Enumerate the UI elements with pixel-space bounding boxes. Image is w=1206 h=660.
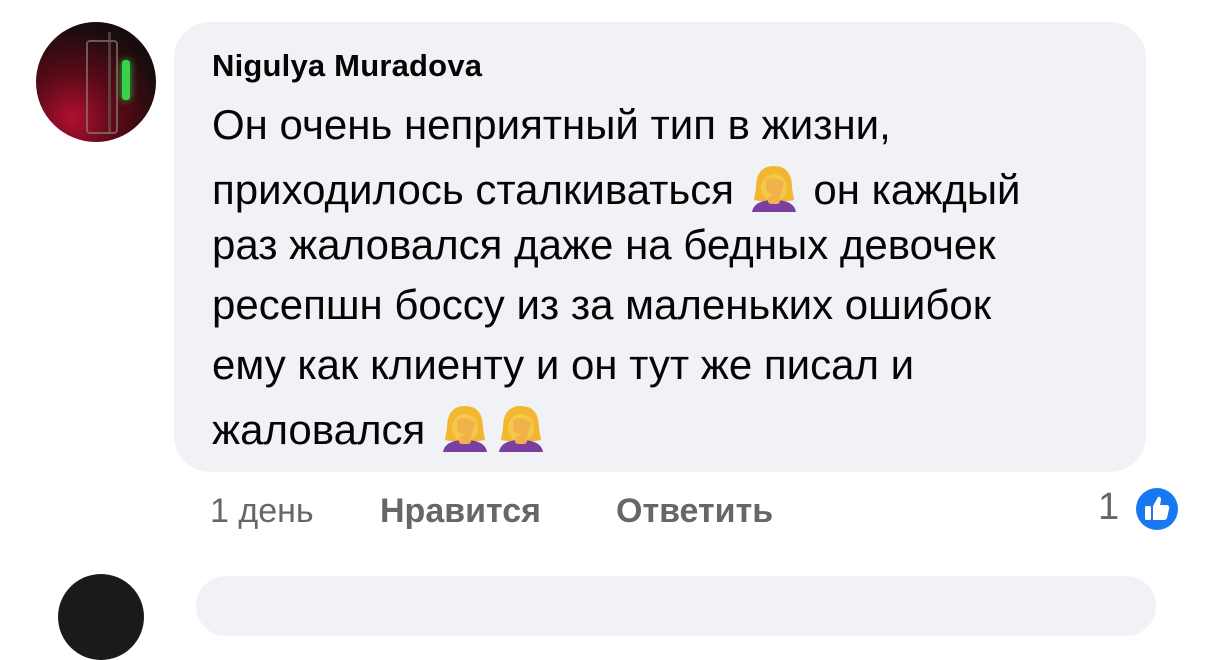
- reply-button[interactable]: Ответить: [616, 490, 773, 532]
- next-comment-bubble: [196, 576, 1156, 636]
- comment-text-segment: приходилось сталкиваться: [212, 166, 734, 213]
- like-icon[interactable]: [1132, 484, 1182, 534]
- comment-text-line: ресепшн боссу из за маленьких ошибок: [212, 281, 992, 328]
- woman-facepalming-icon: [437, 400, 493, 452]
- woman-facepalming-icon: [746, 160, 802, 212]
- comment-text-line: приходилось сталкиваться он каждый: [212, 160, 1020, 215]
- comment-text-line: ему как клиенту и он тут же писал и: [212, 341, 915, 388]
- woman-facepalming-icon: [493, 400, 549, 452]
- avatar-detail: [122, 60, 130, 100]
- comment-text-line: раз жаловался даже на бедных девочек: [212, 221, 996, 268]
- comment-text-line: Он очень неприятный тип в жизни,: [212, 101, 891, 148]
- comment: Nigulya Muradova Он очень неприятный тип…: [0, 0, 1206, 660]
- comment-text-segment: он каждый: [813, 166, 1021, 213]
- like-button[interactable]: Нравится: [380, 490, 541, 532]
- next-comment-avatar[interactable]: [58, 574, 144, 660]
- comment-text-line: жаловался: [212, 400, 549, 455]
- author-name[interactable]: Nigulya Muradova: [212, 48, 482, 84]
- avatar[interactable]: [36, 22, 156, 142]
- comment-text-segment: жаловался: [212, 406, 426, 453]
- comment-timestamp[interactable]: 1 день: [210, 490, 314, 532]
- reaction-count[interactable]: 1: [1098, 486, 1119, 529]
